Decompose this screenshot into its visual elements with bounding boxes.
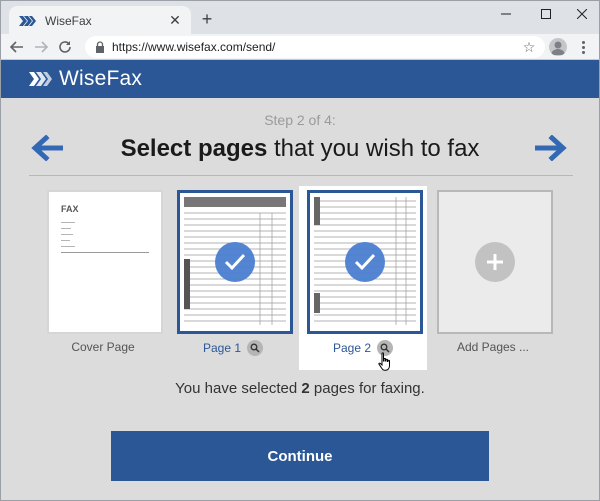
cover-line: [61, 228, 71, 229]
add-pages-label-text: Add Pages ...: [456, 340, 530, 354]
maximize-window-button[interactable]: [527, 1, 565, 27]
new-tab-button[interactable]: +: [197, 9, 217, 29]
page-1-label: Page 1: [169, 340, 297, 356]
profile-avatar-icon[interactable]: [549, 38, 567, 56]
page-1-label-text: Page 1: [202, 341, 242, 355]
title-rest: that you wish to fax: [267, 135, 480, 162]
cover-line: [61, 246, 75, 247]
wisefax-favicon-icon: [19, 15, 37, 26]
cover-page-thumbnail: FAX: [47, 190, 163, 334]
minimize-window-button[interactable]: [487, 1, 525, 27]
page-card-2[interactable]: Page 2: [299, 186, 427, 370]
selected-count: 2: [301, 380, 310, 397]
page-card-add[interactable]: Add Pages ...: [429, 186, 557, 370]
selected-check-icon: [345, 242, 385, 282]
lock-icon: [95, 41, 105, 53]
page-card-1[interactable]: Page 1: [169, 186, 297, 370]
continue-button[interactable]: Continue: [111, 431, 489, 481]
title-emphasis: Select pages: [120, 135, 268, 162]
hand-cursor-icon: [378, 352, 390, 371]
back-icon[interactable]: [7, 37, 27, 57]
page-content: WiseFax Step 2 of 4: Select pages that y…: [0, 60, 600, 501]
browser-menu-icon[interactable]: [577, 38, 589, 56]
tab-title: WiseFax: [45, 13, 92, 28]
magnify-icon[interactable]: [247, 340, 264, 356]
add-pages-thumbnail: [437, 190, 553, 334]
next-step-arrow-icon[interactable]: [533, 130, 569, 166]
wisefax-logo-icon: [29, 72, 53, 86]
app-header: WiseFax: [1, 60, 599, 98]
step-indicator: Step 2 of 4:: [264, 112, 336, 128]
browser-toolbar: https://www.wisefax.com/send/ ☆: [0, 34, 600, 60]
forward-icon[interactable]: [31, 37, 51, 57]
cover-line: [61, 252, 149, 253]
address-bar[interactable]: https://www.wisefax.com/send/ ☆: [85, 36, 545, 58]
close-tab-icon[interactable]: ✕: [167, 12, 183, 29]
page-2-thumbnail: [307, 190, 423, 334]
add-pages-label: Add Pages ...: [429, 340, 557, 354]
bookmark-star-icon[interactable]: ☆: [521, 39, 537, 55]
previous-step-arrow-icon[interactable]: [29, 130, 65, 166]
page-2-label-text: Page 2: [332, 341, 372, 355]
plus-icon: [475, 242, 515, 282]
logo-text: WiseFax: [59, 67, 143, 90]
page-2-label: Page 2: [299, 340, 427, 356]
summary-suffix: pages for faxing.: [309, 380, 425, 397]
selection-summary: You have selected 2 pages for faxing.: [1, 380, 599, 397]
summary-prefix: You have selected: [175, 380, 302, 397]
browser-tab[interactable]: WiseFax ✕: [9, 6, 191, 35]
cover-page-label-text: Cover Page: [71, 340, 135, 354]
reload-icon[interactable]: [55, 37, 75, 57]
cover-line: [61, 234, 73, 235]
selected-check-icon: [215, 242, 255, 282]
cover-line: [61, 240, 70, 241]
page-title: Select pages that you wish to fax: [1, 135, 599, 163]
cover-line: [61, 222, 75, 223]
divider: [29, 175, 573, 176]
page-card-cover[interactable]: FAX Cover Page: [39, 186, 167, 370]
page-1-thumbnail: [177, 190, 293, 334]
close-window-button[interactable]: [563, 1, 600, 27]
cover-page-label: Cover Page: [39, 340, 167, 354]
url-text: https://www.wisefax.com/send/: [112, 40, 276, 54]
cover-heading: FAX: [61, 204, 79, 214]
browser-tab-strip: WiseFax ✕ +: [0, 0, 600, 35]
